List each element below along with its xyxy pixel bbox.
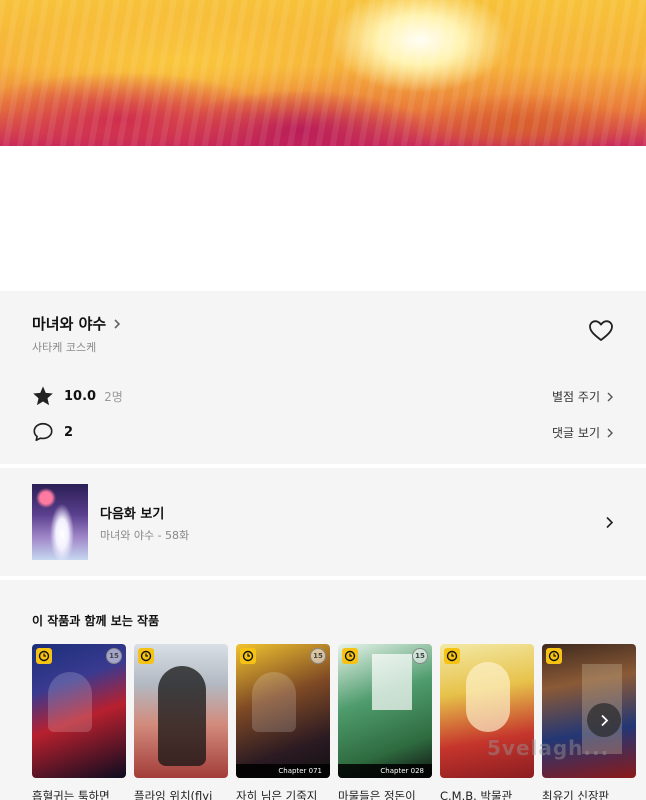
recommendation-card[interactable]: 15 Chapter 028 마물들은 정돈이 [338,644,432,800]
recommendation-title: 플라잉 위치(flyi [134,789,213,800]
recommendations-heading: 이 작품과 함께 보는 작품 [32,614,160,628]
chevron-right-icon [600,714,608,726]
recommendation-card[interactable]: 15 흡혈귀는 툭하면 [32,644,126,800]
rating-value: 10.0 [64,388,97,404]
age-rating-badge: 15 [106,648,122,664]
recommendation-card[interactable]: C.M.B. 박물관 [440,644,534,800]
clock-icon [342,648,358,664]
carousel-next-button[interactable] [587,703,621,737]
recommendation-cover: 15 Chapter 028 [338,644,432,778]
speech-bubble-icon [33,422,53,442]
recommendation-cover: 15 [32,644,126,778]
work-title-link[interactable]: 마녀와 야수 [32,313,122,334]
rate-button-label: 별점 주기 [552,390,600,404]
recommendation-card[interactable]: 15 Chapter 071 자히 님은 기죽지 [236,644,330,800]
comments-button-label: 댓글 보기 [552,426,600,440]
recommendation-cover: 15 Chapter 071 [236,644,330,778]
chapter-label: Chapter 028 [338,764,432,778]
hero-banner [0,0,646,146]
recommendation-cover [134,644,228,778]
rating-count: 2명 [104,389,123,404]
chevron-right-icon [607,428,613,437]
chevron-right-icon [606,516,614,529]
recommendation-title: 흡혈귀는 툭하면 [32,789,110,800]
clock-icon [240,648,256,664]
comment-count: 2 [64,424,74,440]
rate-button[interactable]: 별점 주기 [552,388,614,405]
recommendation-title: 마물들은 정돈이 [338,789,416,800]
watermark: 5velagh... [487,736,610,760]
recommendations-section: 이 작품과 함께 보는 작품 15 흡혈귀는 툭하면 플라잉 위치(flyi 1… [0,580,646,800]
clock-icon [444,648,460,664]
recommendation-card[interactable]: 플라잉 위치(flyi [134,644,228,800]
heart-icon[interactable] [589,320,613,342]
chevron-right-icon [114,318,121,329]
work-title: 마녀와 야수 [32,315,107,333]
next-episode-subtitle: 마녀와 야수 - 58화 [100,529,190,542]
chapter-label: Chapter 071 [236,764,330,778]
chevron-right-icon [607,392,613,401]
rating-row: 10.0 2명 [32,385,123,407]
next-episode-thumbnail [32,484,88,560]
banner-spacer [0,146,646,291]
age-rating-badge: 15 [310,648,326,664]
recommendation-title: 최유기 신장판 [542,789,610,800]
comment-row: 2 [32,421,73,443]
recommendation-title: C.M.B. 박물관 [440,789,513,800]
age-rating-badge: 15 [412,648,428,664]
work-author: 사타케 코스케 [32,341,97,354]
clock-icon [546,648,562,664]
clock-icon [36,648,52,664]
next-episode-label: 다음화 보기 [100,507,165,522]
clock-icon [138,648,154,664]
comments-button[interactable]: 댓글 보기 [552,424,614,441]
star-icon [33,386,53,406]
recommendation-title: 자히 님은 기죽지 [236,789,318,800]
next-episode-card[interactable]: 다음화 보기 마녀와 야수 - 58화 [0,468,646,576]
work-info-panel: 마녀와 야수 사타케 코스케 10.0 2명 별점 주기 2 댓글 보기 [0,291,646,464]
